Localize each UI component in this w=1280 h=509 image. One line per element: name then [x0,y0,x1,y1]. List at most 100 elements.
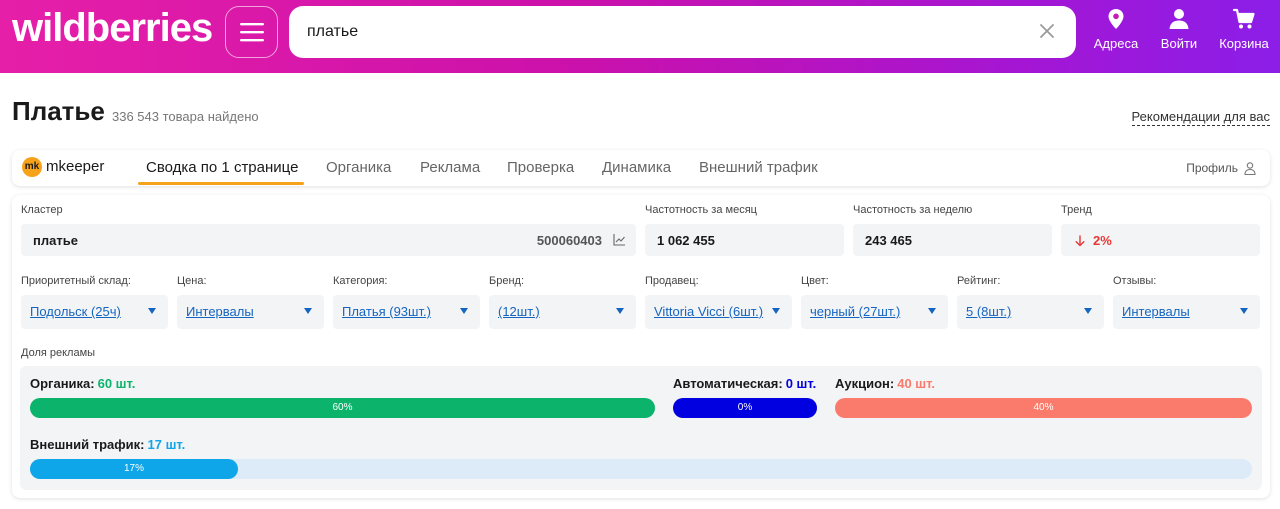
external-count: 17 шт. [147,437,186,452]
cart-icon [1233,8,1255,29]
user-icon [1169,9,1189,29]
auto-count: 0 шт. [785,376,817,391]
filter-category-select[interactable]: Платья (93шт.) [333,295,480,329]
auto-pct: 0% [737,402,753,413]
cluster-id: 500060403 [536,233,602,248]
menu-button[interactable] [225,6,278,58]
tab-external-traffic[interactable]: Внешний трафик [699,159,818,176]
caret-down-icon [1084,308,1092,314]
filter-seller-value[interactable]: Vittoria Vicci (6шт.) [654,304,763,319]
filter-rating-select[interactable]: 5 (8шт.) [957,295,1104,329]
caret-down-icon [928,308,936,314]
search-box [289,6,1076,58]
found-count: 336 543 товара найдено [112,109,259,124]
ad-share-block: Органика: 60 шт. Автоматическая: 0 шт. Аук… [20,366,1262,490]
organic-label: Органика: [30,376,95,391]
cluster-field: платье 500060403 [21,224,636,256]
mkeeper-logo: mk [22,157,42,177]
external-pct: 17% [123,463,144,474]
caret-down-icon [772,308,780,314]
menu-icon [239,23,264,42]
cart-button[interactable]: Корзина [1214,8,1274,51]
auto-bar: 0% [673,398,817,418]
login-label: Войти [1160,36,1198,51]
trend-field: 2% [1061,224,1260,256]
filter-label-reviews: Отзывы: [1113,275,1157,287]
tab-summary[interactable]: Сводка по 1 странице [146,159,298,176]
organic-pct: 60% [332,402,353,413]
filter-brand-select[interactable]: (12шт.) [489,295,636,329]
caret-down-icon [616,308,624,314]
mkeeper-name: mkeeper [46,158,105,175]
clear-search-icon[interactable] [1036,20,1058,42]
filter-rating-value[interactable]: 5 (8шт.) [966,304,1011,319]
filter-color-value[interactable]: черный (27шт.) [810,304,900,319]
weekly-frequency-field: 243 465 [853,224,1052,256]
cluster-label: Кластер [21,204,63,216]
trend-value: 2% [1093,233,1112,248]
profile-icon [1244,161,1256,175]
address-button[interactable]: Адреса [1086,8,1146,51]
monthly-frequency-field: 1 062 455 [645,224,844,256]
cluster-value: платье [33,233,78,248]
caret-down-icon [1240,308,1248,314]
filter-reviews-value[interactable]: Интервалы [1122,304,1190,319]
arrow-down-icon [1075,234,1085,246]
filter-seller-select[interactable]: Vittoria Vicci (6шт.) [645,295,792,329]
weekly-frequency-label: Частотность за неделю [853,204,973,216]
summary-panel: Кластер Частотность за месяц Частотность… [12,195,1270,498]
filter-reviews-select[interactable]: Интервалы [1113,295,1260,329]
filter-label-brand: Бренд: [489,275,525,287]
cart-label: Корзина [1219,36,1269,51]
header: wildberries Адреса Войти [0,0,1280,73]
profile-button[interactable]: Профиль [1186,161,1256,175]
filter-label-price: Цена: [177,275,207,287]
ad-share-label: Доля рекламы [21,347,96,359]
filter-label-color: Цвет: [801,275,829,287]
caret-down-icon [148,308,156,314]
filter-warehouse-select[interactable]: Подольск (25ч) [21,295,168,329]
external-label: Внешний трафик: [30,437,145,452]
auto-label: Автоматическая: [673,376,783,391]
tab-organic[interactable]: Органика [326,159,391,176]
auction-label: Аукцион: [835,376,895,391]
tab-ads[interactable]: Реклама [420,159,480,176]
filter-price-value[interactable]: Интервалы [186,304,254,319]
filter-label-warehouse: Приоритетный склад: [21,275,131,287]
address-label: Адреса [1093,36,1139,51]
caret-down-icon [460,308,468,314]
trend-label: Тренд [1061,204,1092,216]
external-bar: 17% [30,459,238,479]
organic-bar: 60% [30,398,655,418]
external-legend: Внешний трафик: 17 шт. [30,437,185,452]
auction-legend: Аукцион: 40 шт. [835,376,935,391]
filter-color-select[interactable]: черный (27шт.) [801,295,948,329]
location-pin-icon [1108,9,1124,29]
weekly-frequency-value: 243 465 [865,233,912,248]
profile-label: Профиль [1186,161,1238,175]
organic-count: 60 шт. [97,376,136,391]
filter-category-value[interactable]: Платья (93шт.) [342,304,431,319]
auction-pct: 40% [1033,402,1054,413]
auction-count: 40 шт. [897,376,935,391]
wildberries-logo[interactable]: wildberries [12,6,213,50]
filter-price-select[interactable]: Интервалы [177,295,324,329]
filter-label-seller: Продавец: [645,275,699,287]
login-button[interactable]: Войти [1149,8,1209,51]
caret-down-icon [304,308,312,314]
filter-brand-value[interactable]: (12шт.) [498,304,540,319]
recommendations-link[interactable]: Рекомендации для вас [1131,109,1270,126]
chart-icon[interactable] [613,233,626,246]
mkeeper-tabbar: mk mkeeper Сводка по 1 странице Органика… [12,150,1270,186]
filter-label-rating: Рейтинг: [957,275,1001,287]
active-tab-indicator [138,182,304,185]
tab-check[interactable]: Проверка [507,159,574,176]
auction-bar: 40% [835,398,1252,418]
filter-warehouse-value[interactable]: Подольск (25ч) [30,304,121,319]
auto-legend: Автоматическая: 0 шт. [673,376,816,391]
search-input[interactable] [307,6,1027,58]
organic-legend: Органика: 60 шт. [30,376,135,391]
monthly-frequency-label: Частотность за месяц [645,204,757,216]
tab-dynamics[interactable]: Динамика [602,159,671,176]
monthly-frequency-value: 1 062 455 [657,233,715,248]
